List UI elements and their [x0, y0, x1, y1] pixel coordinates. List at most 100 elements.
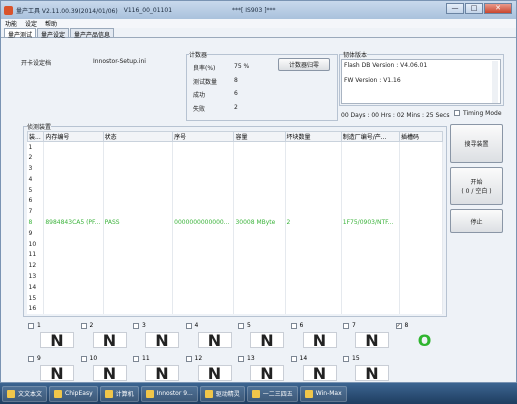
- table-cell: [233, 227, 286, 239]
- table-cell: [341, 303, 401, 315]
- slot-number: 11: [142, 355, 150, 362]
- table-row[interactable]: 2: [27, 152, 443, 164]
- tab-product-info[interactable]: 量产产品信息: [70, 28, 115, 39]
- table-row[interactable]: 5: [27, 184, 443, 196]
- menu-function[interactable]: 功能: [5, 19, 17, 28]
- table-row[interactable]: 9: [27, 227, 443, 239]
- maximize-button[interactable]: □: [465, 3, 483, 14]
- stop-button[interactable]: 停止: [450, 209, 503, 233]
- table-row[interactable]: 11: [27, 249, 443, 261]
- table-row[interactable]: 6: [27, 195, 443, 207]
- table-cell: 1F75/0903/NTF...: [341, 217, 401, 228]
- table-row[interactable]: 4: [27, 173, 443, 185]
- slot-checkbox[interactable]: [290, 323, 297, 329]
- table-row[interactable]: 1: [27, 141, 443, 153]
- slot-checkbox[interactable]: [28, 323, 34, 329]
- table-cell: [341, 238, 401, 250]
- table-cell: [341, 184, 401, 196]
- table-cell: [233, 163, 286, 174]
- table-cell: [399, 271, 443, 282]
- slot-checkbox[interactable]: [80, 356, 87, 362]
- taskbar-item[interactable]: ChipEasy: [49, 385, 98, 402]
- col-header-vendor[interactable]: 制造厂编号/产...: [340, 131, 401, 142]
- taskbar-item[interactable]: 一二三四五: [246, 385, 298, 402]
- table-row[interactable]: 10: [27, 238, 443, 250]
- title-bar[interactable]: 量产工具 V2.11.00.39(2014/01/06) V116_00_011…: [1, 1, 516, 19]
- slot-checkbox[interactable]: [238, 356, 244, 362]
- success-label: 成功: [193, 92, 206, 99]
- table-cell: [341, 173, 401, 185]
- close-button[interactable]: ✕: [484, 3, 512, 14]
- slot-number: 1: [37, 322, 41, 329]
- table-cell: 12: [27, 260, 45, 272]
- table-cell: 3: [27, 163, 45, 174]
- col-header-status[interactable]: 状态: [102, 131, 174, 142]
- setup-file-value: Innostor-Setup.ini: [93, 58, 146, 65]
- slot-checkbox[interactable]: [133, 323, 139, 329]
- table-cell: [341, 141, 401, 153]
- table-cell: [399, 184, 443, 196]
- col-header-capacity[interactable]: 容量: [233, 131, 286, 142]
- menu-help[interactable]: 帮助: [45, 19, 57, 28]
- taskbar-item[interactable]: Win-Max: [299, 385, 347, 402]
- slot-checkbox[interactable]: [80, 323, 87, 329]
- slot-checkbox[interactable]: [28, 356, 34, 362]
- slot-checkbox[interactable]: [343, 323, 349, 329]
- table-cell: [341, 271, 401, 282]
- col-header-bad-blocks[interactable]: 坏块数量: [284, 131, 342, 142]
- timing-mode-checkbox[interactable]: [454, 110, 460, 116]
- table-row[interactable]: 7: [27, 206, 443, 218]
- start-button[interactable]: 开始 ( 0 / 空白 ): [450, 167, 503, 205]
- window-device-tag: ***[ IS903 ]***: [232, 6, 276, 14]
- taskbar-item[interactable]: 驱动精灵: [199, 385, 245, 402]
- slot-number: 9: [37, 355, 41, 362]
- table-cell: [233, 184, 286, 196]
- table-cell: 5: [27, 184, 45, 196]
- table-cell: [172, 184, 235, 196]
- table-cell: [285, 271, 342, 282]
- col-header-slot-code[interactable]: 插槽码: [399, 131, 443, 142]
- scan-device-button[interactable]: 搜寻装置: [450, 124, 503, 163]
- table-row[interactable]: 8 8984843CA5 (PF... PASS 0000000000000... 30…: [27, 217, 443, 228]
- slot-status: N: [302, 365, 337, 382]
- table-row[interactable]: 14: [27, 281, 443, 293]
- tab-mp-settings[interactable]: 量产设定: [37, 28, 70, 39]
- slot-checkbox[interactable]: [290, 356, 297, 362]
- table-cell: [399, 238, 443, 250]
- flash-db-version: Flash DB Version : V4.06.01: [344, 62, 428, 69]
- slot-checkbox[interactable]: ✓: [395, 323, 402, 329]
- menu-settings[interactable]: 设定: [25, 19, 37, 28]
- slot-checkbox[interactable]: [238, 323, 244, 329]
- slot-status: N: [92, 332, 127, 349]
- taskbar-item[interactable]: Innostor 9...: [140, 385, 198, 402]
- col-header-serial[interactable]: 序号: [172, 131, 235, 142]
- tab-mp-test[interactable]: 量产测试: [4, 28, 37, 39]
- table-cell: [103, 249, 174, 261]
- minimize-button[interactable]: —: [446, 3, 464, 14]
- slot-status: N: [250, 332, 284, 349]
- success-value: 6: [234, 90, 238, 97]
- taskbar-item[interactable]: 计算机: [99, 385, 139, 402]
- reset-counter-button[interactable]: 计数器归零: [278, 58, 330, 71]
- table-row[interactable]: 13: [27, 271, 443, 282]
- table-cell: [285, 238, 342, 250]
- taskbar-item[interactable]: 文文本文: [2, 385, 48, 402]
- col-header-index[interactable]: 装...: [26, 131, 45, 142]
- slot-checkbox[interactable]: [185, 356, 192, 362]
- slot-status: N: [355, 332, 389, 349]
- table-cell: [285, 152, 342, 164]
- slot-status: N: [197, 365, 232, 382]
- slot-checkbox[interactable]: [185, 323, 192, 329]
- table-row[interactable]: 12: [27, 260, 443, 272]
- window-build: V116_00_01101: [123, 6, 173, 14]
- table-row[interactable]: 16: [27, 303, 443, 315]
- col-header-memory-id[interactable]: 内存编号: [43, 131, 104, 142]
- slot-checkbox[interactable]: [133, 356, 139, 362]
- table-row[interactable]: 3: [27, 163, 443, 174]
- table-cell: [172, 271, 235, 282]
- table-cell: 13: [27, 271, 45, 282]
- firmware-scrollbar[interactable]: [492, 61, 498, 103]
- table-row[interactable]: 15: [27, 292, 443, 304]
- table-cell: [233, 281, 286, 293]
- slot-checkbox[interactable]: [343, 356, 349, 362]
